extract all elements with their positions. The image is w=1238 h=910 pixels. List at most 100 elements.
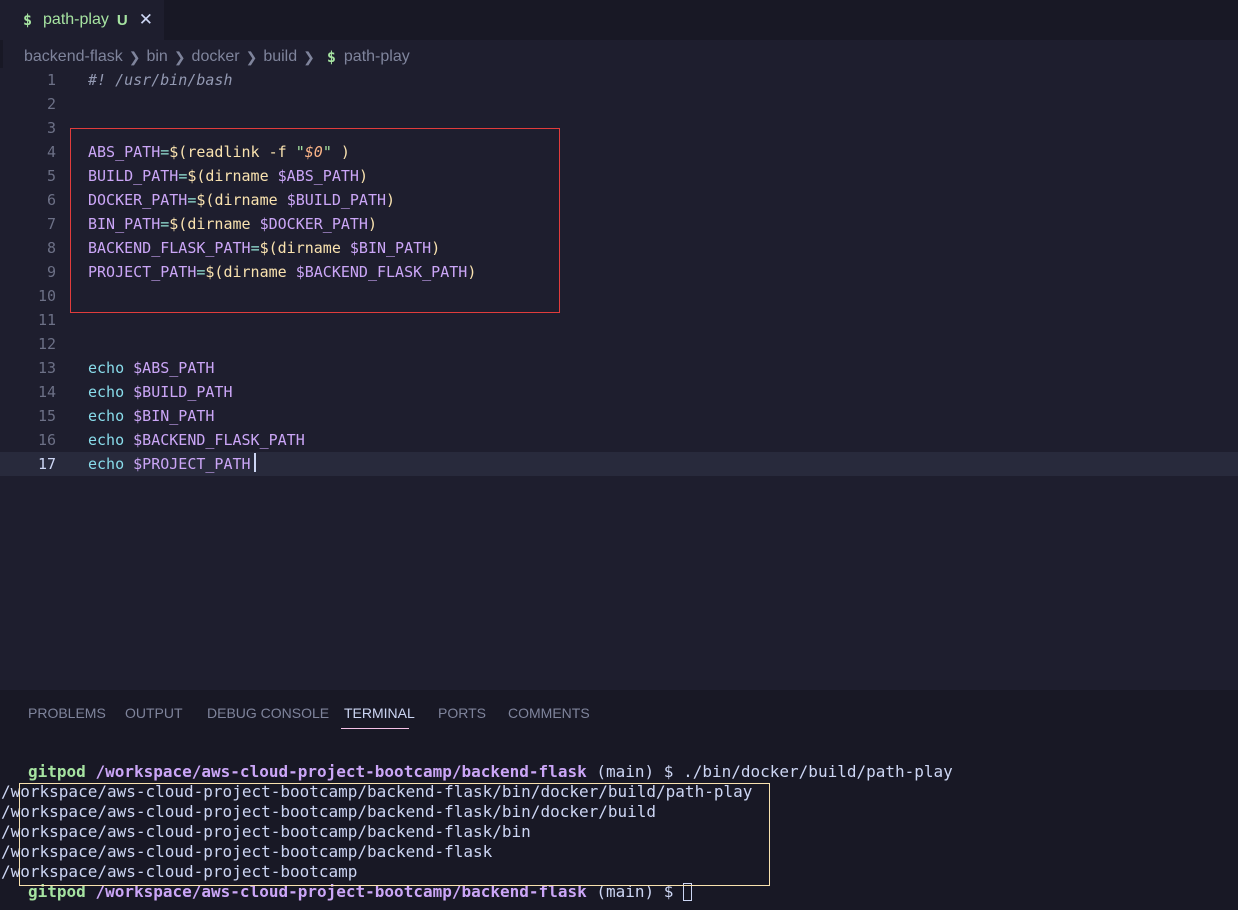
line-number: 5 <box>46 167 56 185</box>
chevron-right-icon: ❯ <box>173 48 186 65</box>
terminal-cursor <box>683 883 693 901</box>
echo-keyword: echo <box>88 359 125 377</box>
git-branch: (main) <box>596 762 655 781</box>
tab-terminal[interactable]: TERMINAL <box>344 705 415 721</box>
line-number: 14 <box>37 383 56 401</box>
tab-path-play[interactable]: $ path-play U ✕ <box>0 0 164 40</box>
code-text: echo $ABS_PATH <box>88 356 214 380</box>
code-text: BUILD_PATH=$(dirname $ABS_PATH) <box>88 167 368 185</box>
code-line[interactable]: 8 BACKEND_FLASK_PATH=$(dirname $BIN_PATH… <box>0 236 1238 260</box>
argument: $0 <box>304 143 323 161</box>
line-number: 16 <box>37 431 56 449</box>
shebang-comment: #! /usr/bin/bash <box>88 71 233 89</box>
code-line[interactable]: 4 ABS_PATH=$(readlink -f "$0" ) <box>0 140 1238 164</box>
echo-keyword: echo <box>88 383 125 401</box>
echo-keyword: echo <box>88 431 125 449</box>
code-text: PROJECT_PATH=$(dirname $BACKEND_FLASK_PA… <box>88 263 477 281</box>
code-editor[interactable]: 1 #! /usr/bin/bash 2 3 4 ABS_PATH=$(read… <box>0 68 1238 690</box>
code-line[interactable]: 7 BIN_PATH=$(dirname $DOCKER_PATH) <box>0 212 1238 236</box>
breadcrumb-bin[interactable]: bin <box>146 48 167 66</box>
tab-debug-console[interactable]: DEBUG CONSOLE <box>207 705 329 721</box>
breadcrumb-file[interactable]: path-play <box>344 48 410 66</box>
code-text: BIN_PATH=$(dirname $DOCKER_PATH) <box>88 215 377 233</box>
code-text: DOCKER_PATH=$(dirname $BUILD_PATH) <box>88 191 396 209</box>
breadcrumb: backend-flask ❯ bin ❯ docker ❯ build ❯ $… <box>24 46 410 68</box>
command-name: dirname <box>205 167 278 185</box>
code-line[interactable]: 3 <box>0 116 1238 140</box>
code-text: echo $BIN_PATH <box>88 404 214 428</box>
line-number: 13 <box>37 359 56 377</box>
code-line[interactable]: 2 <box>0 92 1238 116</box>
line-number: 1 <box>46 71 56 89</box>
argument: $BIN_PATH <box>349 239 432 257</box>
code-line[interactable]: 12 <box>0 332 1238 356</box>
variable-name: BACKEND_FLASK_PATH <box>88 239 251 257</box>
echo-keyword: echo <box>88 455 125 473</box>
code-text: echo $BUILD_PATH <box>88 380 233 404</box>
terminal[interactable]: gitpod /workspace/aws-cloud-project-boot… <box>1 762 953 902</box>
code-line[interactable]: 11 <box>0 308 1238 332</box>
variable-name: BUILD_PATH <box>88 167 179 185</box>
code-line[interactable]: 14 echo $BUILD_PATH <box>0 380 1238 404</box>
argument: $PROJECT_PATH <box>133 455 251 473</box>
code-line[interactable]: 16 echo $BACKEND_FLASK_PATH <box>0 428 1238 452</box>
code-line[interactable]: 1 #! /usr/bin/bash <box>0 68 1238 92</box>
terminal-output-line: /workspace/aws-cloud-project-bootcamp/ba… <box>1 822 531 841</box>
editor-tab-bar: $ path-play U ✕ <box>0 0 1238 40</box>
breadcrumb-docker[interactable]: docker <box>192 48 240 66</box>
tab-problems[interactable]: PROBLEMS <box>28 705 106 721</box>
prompt-symbol: $ <box>663 762 674 781</box>
line-number: 17 <box>37 455 56 473</box>
argument: $BACKEND_FLASK_PATH <box>133 431 305 449</box>
argument: $ABS_PATH <box>133 359 215 377</box>
current-code-line[interactable]: 17 echo $PROJECT_PATH <box>0 452 1238 476</box>
variable-name: BIN_PATH <box>88 215 161 233</box>
line-number: 15 <box>37 407 56 425</box>
tab-comments[interactable]: COMMENTS <box>508 705 590 721</box>
line-number: 8 <box>46 239 56 257</box>
echo-keyword: echo <box>88 407 125 425</box>
tab-ports[interactable]: PORTS <box>438 705 486 721</box>
terminal-output-line: /workspace/aws-cloud-project-bootcamp/ba… <box>1 842 493 861</box>
argument: $BUILD_PATH <box>286 191 387 209</box>
line-number: 6 <box>46 191 56 209</box>
code-line[interactable]: 9 PROJECT_PATH=$(dirname $BACKEND_FLASK_… <box>0 260 1238 284</box>
terminal-output-line: /workspace/aws-cloud-project-bootcamp/ba… <box>1 802 657 821</box>
command-name: dirname <box>277 239 350 257</box>
code-text: echo $PROJECT_PATH <box>88 452 256 476</box>
prompt-path: /workspace/aws-cloud-project-bootcamp/ba… <box>95 762 587 781</box>
tab-output[interactable]: OUTPUT <box>125 705 183 721</box>
code-line[interactable]: 15 echo $BIN_PATH <box>0 404 1238 428</box>
code-text: echo $BACKEND_FLASK_PATH <box>88 428 305 452</box>
prompt-symbol: $ <box>663 882 674 901</box>
command-name: dirname <box>223 263 296 281</box>
argument: $BIN_PATH <box>133 407 215 425</box>
line-number: 9 <box>46 263 56 281</box>
code-line[interactable]: 6 DOCKER_PATH=$(dirname $BUILD_PATH) <box>0 188 1238 212</box>
prompt-user: gitpod <box>28 762 86 781</box>
untracked-badge: U <box>116 11 128 29</box>
close-icon[interactable]: ✕ <box>139 10 153 30</box>
code-line[interactable]: 10 <box>0 284 1238 308</box>
bottom-panel: PROBLEMS OUTPUT DEBUG CONSOLE TERMINAL P… <box>0 690 1238 910</box>
code-line[interactable]: 5 BUILD_PATH=$(dirname $ABS_PATH) <box>0 164 1238 188</box>
terminal-command: ./bin/docker/build/path-play <box>683 762 953 781</box>
panel-tabs: PROBLEMS OUTPUT DEBUG CONSOLE TERMINAL P… <box>0 690 1238 736</box>
chevron-right-icon: ❯ <box>128 48 141 65</box>
code-line[interactable]: 13 echo $ABS_PATH <box>0 356 1238 380</box>
text-cursor <box>253 453 256 472</box>
variable-name: PROJECT_PATH <box>88 263 197 281</box>
breadcrumb-build[interactable]: build <box>263 48 297 66</box>
line-number: 2 <box>46 95 56 113</box>
tab-label: path-play <box>43 11 109 28</box>
chevron-right-icon: ❯ <box>245 48 258 65</box>
breadcrumb-backend-flask[interactable]: backend-flask <box>24 48 123 66</box>
command-name: dirname <box>187 215 260 233</box>
terminal-command-line: gitpod /workspace/aws-cloud-project-boot… <box>28 762 953 782</box>
command-name: dirname <box>214 191 287 209</box>
argument: $DOCKER_PATH <box>259 215 368 233</box>
active-tab-indicator <box>341 728 409 729</box>
argument: $BUILD_PATH <box>133 383 233 401</box>
command-name: readlink -f <box>187 143 296 161</box>
terminal-output-line: /workspace/aws-cloud-project-bootcamp <box>1 862 358 881</box>
